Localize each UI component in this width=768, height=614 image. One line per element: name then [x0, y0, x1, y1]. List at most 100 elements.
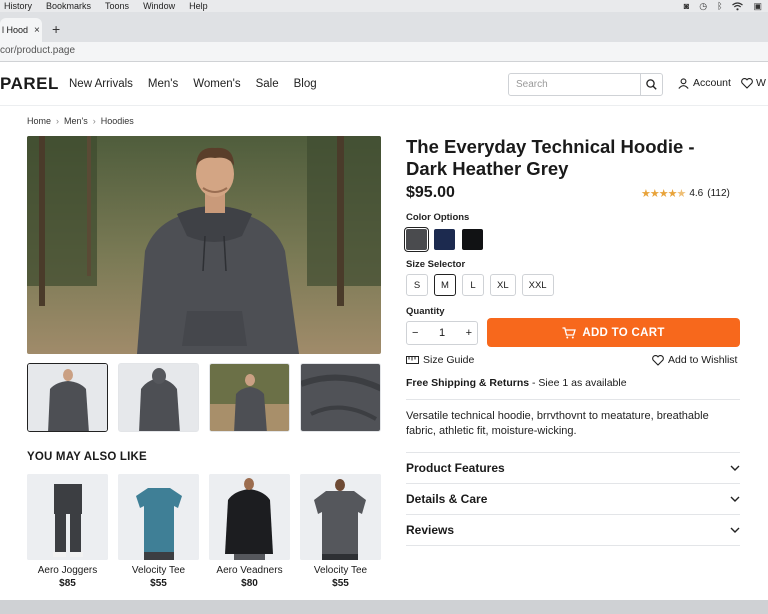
nav-blog[interactable]: Blog	[294, 78, 317, 90]
product-price: $95.00	[406, 184, 455, 201]
accordion-label: Product Features	[406, 461, 505, 475]
heart-icon	[741, 77, 753, 89]
chevron-right-icon: ›	[92, 116, 96, 126]
thumbnail-detail[interactable]	[300, 363, 381, 432]
nav-womens[interactable]: Women's	[193, 78, 240, 90]
reco-name[interactable]: Velocity Tee	[300, 565, 381, 576]
accordion-reviews[interactable]: Reviews	[406, 515, 740, 545]
add-to-cart-label: ADD TO CART	[582, 326, 665, 339]
size-option[interactable]: XXL	[521, 274, 554, 296]
thumbnail-back[interactable]	[118, 363, 199, 432]
chevron-down-icon	[730, 527, 740, 533]
thumbnail-front[interactable]	[27, 363, 108, 432]
search-button[interactable]	[640, 74, 662, 95]
size-options: S M L XL XXL	[406, 274, 554, 296]
add-to-cart-button[interactable]: ADD TO CART	[487, 318, 740, 347]
color-swatches	[404, 227, 483, 252]
reco-name[interactable]: Aero Veadners	[209, 565, 290, 576]
product-description: Versatile technical hoodie, brrvthovnt t…	[406, 410, 709, 437]
settings-icon[interactable]: ▣	[753, 1, 762, 12]
product-title: The Everyday Technical Hoodie - Dark Hea…	[406, 136, 736, 180]
wishlist-link[interactable]: W	[741, 77, 766, 89]
reco-image[interactable]	[118, 474, 199, 560]
menu-bookmarks[interactable]: Bookmarks	[46, 1, 91, 11]
menu-toons[interactable]: Toons	[105, 1, 129, 11]
size-option[interactable]: XL	[490, 274, 516, 296]
shipping-bold: Free Shipping & Returns	[406, 377, 530, 389]
breadcrumb-home[interactable]: Home	[27, 116, 51, 126]
new-tab-icon[interactable]: +	[52, 21, 60, 37]
size-option-selected[interactable]: M	[434, 274, 456, 296]
reco-name[interactable]: Aero Joggers	[27, 565, 108, 576]
cart-icon	[562, 326, 577, 338]
site-header: PAREL New Arrivals Men's Women's Sale Bl…	[0, 62, 768, 106]
reco-price: $55	[150, 578, 167, 589]
size-guide-link[interactable]: Size Guide	[406, 354, 474, 366]
add-to-wishlist-link[interactable]: Add to Wishlist	[652, 354, 737, 366]
color-swatch-grey[interactable]	[404, 227, 429, 252]
reco-image[interactable]	[209, 474, 290, 560]
reco-price: $80	[241, 578, 258, 589]
accordion-label: Reviews	[406, 523, 455, 537]
reco-image[interactable]	[300, 474, 381, 560]
thumbnail-lifestyle[interactable]	[209, 363, 290, 432]
chevron-down-icon	[730, 465, 740, 471]
wifi-icon[interactable]	[732, 1, 744, 11]
url-text[interactable]: cor/product.page	[0, 45, 75, 56]
bluetooth-icon[interactable]: ᛒ	[717, 1, 722, 11]
nav-new-arrivals[interactable]: New Arrivals	[69, 78, 133, 90]
breadcrumb: Home › Men's › Hoodies	[27, 116, 134, 126]
reco-card[interactable]: Aero Veadners $80	[209, 474, 290, 589]
color-swatch-black[interactable]	[462, 229, 483, 250]
divider	[406, 545, 740, 546]
wishlist-label: W	[756, 77, 766, 89]
close-tab-icon[interactable]: ×	[34, 25, 40, 36]
size-guide-label: Size Guide	[423, 354, 475, 366]
accordion-details-care[interactable]: Details & Care	[406, 484, 740, 514]
browser-tabbar: l Hood × +	[0, 12, 768, 42]
reco-name[interactable]: Velocity Tee	[118, 565, 199, 576]
accordion-product-features[interactable]: Product Features	[406, 453, 740, 483]
reco-card[interactable]: Aero Joggers $85	[27, 474, 108, 589]
recommendations-list: Aero Joggers $85 Velocity Tee $55 Aero V…	[27, 474, 381, 589]
nav-mens[interactable]: Men's	[148, 78, 178, 90]
window-bottom-edge	[0, 600, 768, 614]
menu-window[interactable]: Window	[143, 1, 175, 11]
control-center-icon[interactable]: ◙	[684, 1, 689, 11]
product-title-line1: The Everyday Technical Hoodie -	[406, 136, 695, 157]
shipping-detail: - Siee 1 as available	[529, 377, 627, 389]
color-swatch-navy[interactable]	[434, 229, 455, 250]
search-input[interactable]	[509, 74, 641, 95]
account-link[interactable]: Account	[678, 77, 731, 89]
size-option[interactable]: S	[406, 274, 428, 296]
product-main-image[interactable]	[27, 136, 381, 354]
time-machine-icon[interactable]: ◷	[699, 1, 707, 12]
reco-card[interactable]: Velocity Tee $55	[300, 474, 381, 589]
accordion-label: Details & Care	[406, 492, 488, 506]
menu-help[interactable]: Help	[189, 1, 208, 11]
chevron-right-icon: ›	[56, 116, 60, 126]
nav-sale[interactable]: Sale	[256, 78, 279, 90]
size-option[interactable]: L	[462, 274, 484, 296]
quantity-value[interactable]: 1	[439, 327, 445, 339]
shipping-info: Free Shipping & Returns - Siee 1 as avai…	[406, 377, 627, 389]
plus-icon[interactable]: +	[466, 327, 472, 339]
rating-value: 4.6	[689, 188, 704, 199]
rating-stars-icon: ★★★★★	[641, 188, 686, 200]
main-nav: New Arrivals Men's Women's Sale Blog	[69, 78, 317, 90]
reco-price: $55	[332, 578, 349, 589]
breadcrumb-hoodies[interactable]: Hoodies	[101, 116, 134, 126]
ruler-icon	[406, 356, 419, 364]
account-label: Account	[693, 77, 731, 89]
breadcrumb-mens[interactable]: Men's	[64, 116, 88, 126]
reco-image[interactable]	[27, 474, 108, 560]
product-rating[interactable]: ★★★★★ 4.6 (112)	[641, 187, 730, 200]
browser-tab[interactable]: l Hood ×	[0, 18, 42, 42]
menu-history[interactable]: History	[4, 1, 32, 11]
add-to-wishlist-label: Add to Wishlist	[668, 354, 738, 366]
chevron-down-icon	[730, 496, 740, 502]
browser-urlbar[interactable]: cor/product.page	[0, 42, 768, 62]
reco-card[interactable]: Velocity Tee $55	[118, 474, 199, 589]
minus-icon[interactable]: −	[412, 327, 418, 339]
site-logo[interactable]: PAREL	[0, 74, 59, 94]
